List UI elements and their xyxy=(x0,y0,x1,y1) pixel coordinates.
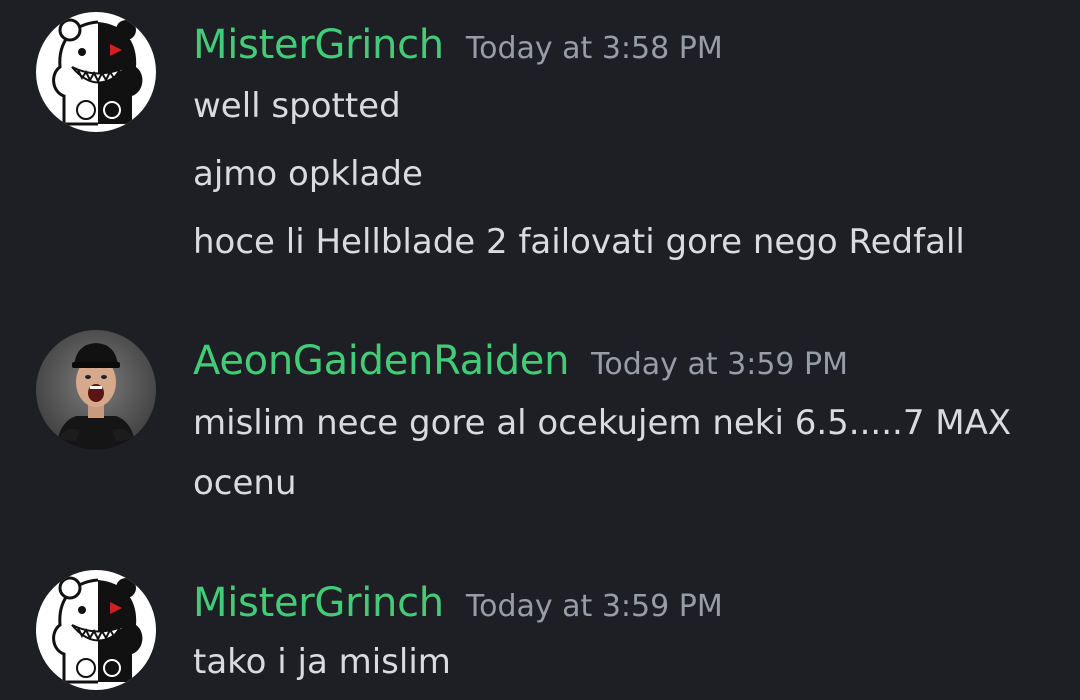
message-header: MisterGrinch Today at 3:59 PM xyxy=(193,580,723,626)
username[interactable]: AeonGaidenRaiden xyxy=(193,338,569,384)
timestamp: Today at 3:59 PM xyxy=(591,347,849,382)
message-text: hoce li Hellblade 2 failovati gore nego … xyxy=(193,222,965,262)
username[interactable]: MisterGrinch xyxy=(193,22,444,68)
timestamp: Today at 3:58 PM xyxy=(465,31,723,66)
message-text: mislim nece gore al ocekujem neki 6.5...… xyxy=(193,403,1012,443)
username[interactable]: MisterGrinch xyxy=(193,580,444,626)
message-text: ocenu xyxy=(193,463,297,503)
user-avatar[interactable] xyxy=(36,12,156,132)
monokuma-bear-icon xyxy=(36,12,156,132)
message-header: MisterGrinch Today at 3:58 PM xyxy=(193,22,723,68)
timestamp: Today at 3:59 PM xyxy=(465,589,723,624)
screaming-man-icon xyxy=(36,330,156,450)
message-text: tako i ja mislim xyxy=(193,642,451,682)
message-text: ajmo opklade xyxy=(193,154,423,194)
message-header: AeonGaidenRaiden Today at 3:59 PM xyxy=(193,338,848,384)
user-avatar[interactable] xyxy=(36,330,156,450)
message-text: well spotted xyxy=(193,86,401,126)
monokuma-bear-icon xyxy=(36,570,156,690)
user-avatar[interactable] xyxy=(36,570,156,690)
chat-message-list: MisterGrinch Today at 3:58 PM well spotte… xyxy=(0,0,1080,700)
